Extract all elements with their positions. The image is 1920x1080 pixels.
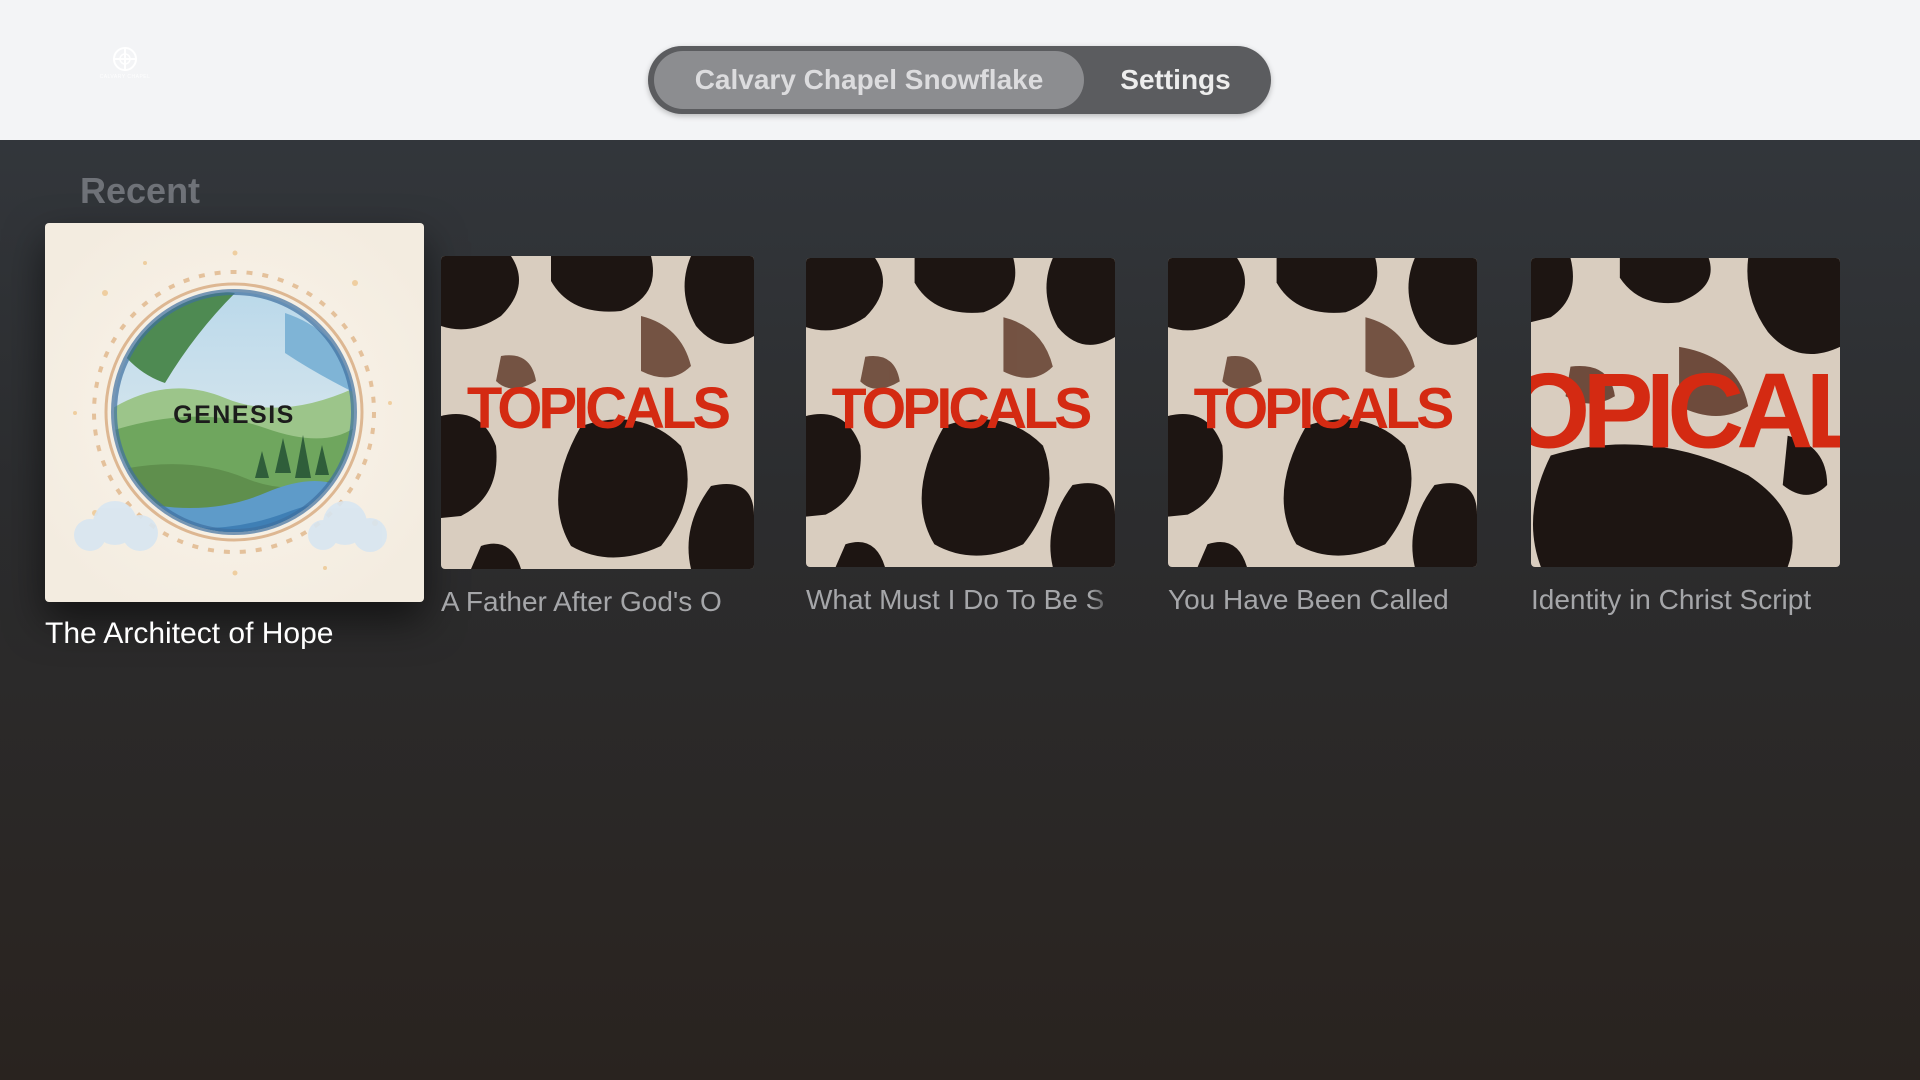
tab-calvary-chapel-snowflake[interactable]: Calvary Chapel Snowflake xyxy=(654,51,1084,109)
recent-item-what-must-i-do[interactable]: TOPICALS What Must I Do To Be S xyxy=(806,258,1115,624)
cow-print-artwork: TOPICALS xyxy=(806,258,1115,567)
topicals-art-label: OPICAL xyxy=(1531,351,1840,471)
top-bar: CALVARY CHAPEL Calvary Chapel Snowflake … xyxy=(0,0,1920,140)
section-title-recent: Recent xyxy=(80,170,201,211)
genesis-art-label: GENESIS xyxy=(173,401,295,429)
topicals-art-label: TOPICALS xyxy=(832,377,1091,441)
card-title: Identity in Christ Script xyxy=(1531,584,1812,615)
topicals-art-label: TOPICALS xyxy=(467,376,729,441)
card-title: A Father After God's O xyxy=(441,586,722,617)
tab-bar: Calvary Chapel Snowflake Settings xyxy=(648,46,1271,114)
recent-item-father-after-god[interactable]: TOPICALS A Father After God's O xyxy=(441,256,754,626)
recent-item-you-have-been-called[interactable]: TOPICALS You Have Been Called xyxy=(1168,258,1477,624)
cow-print-artwork: TOPICALS xyxy=(441,256,754,569)
topicals-art-label: TOPICALS xyxy=(1194,377,1453,441)
logo-text: CALVARY CHAPEL xyxy=(99,74,151,80)
genesis-globe-artwork: GENESIS xyxy=(45,223,424,602)
recent-item-architect-of-hope[interactable]: GENESIS The Architect of Hope xyxy=(45,223,425,663)
church-logo-icon: CALVARY CHAPEL xyxy=(92,46,158,82)
recent-item-identity-in-christ[interactable]: OPICAL Identity in Christ Script xyxy=(1531,258,1840,624)
card-title: You Have Been Called xyxy=(1168,584,1449,615)
card-title: What Must I Do To Be S xyxy=(806,584,1105,615)
tab-settings[interactable]: Settings xyxy=(1088,51,1263,109)
cow-print-artwork: OPICAL xyxy=(1531,258,1840,567)
card-title: The Architect of Hope xyxy=(45,617,334,650)
cow-print-artwork: TOPICALS xyxy=(1168,258,1477,567)
